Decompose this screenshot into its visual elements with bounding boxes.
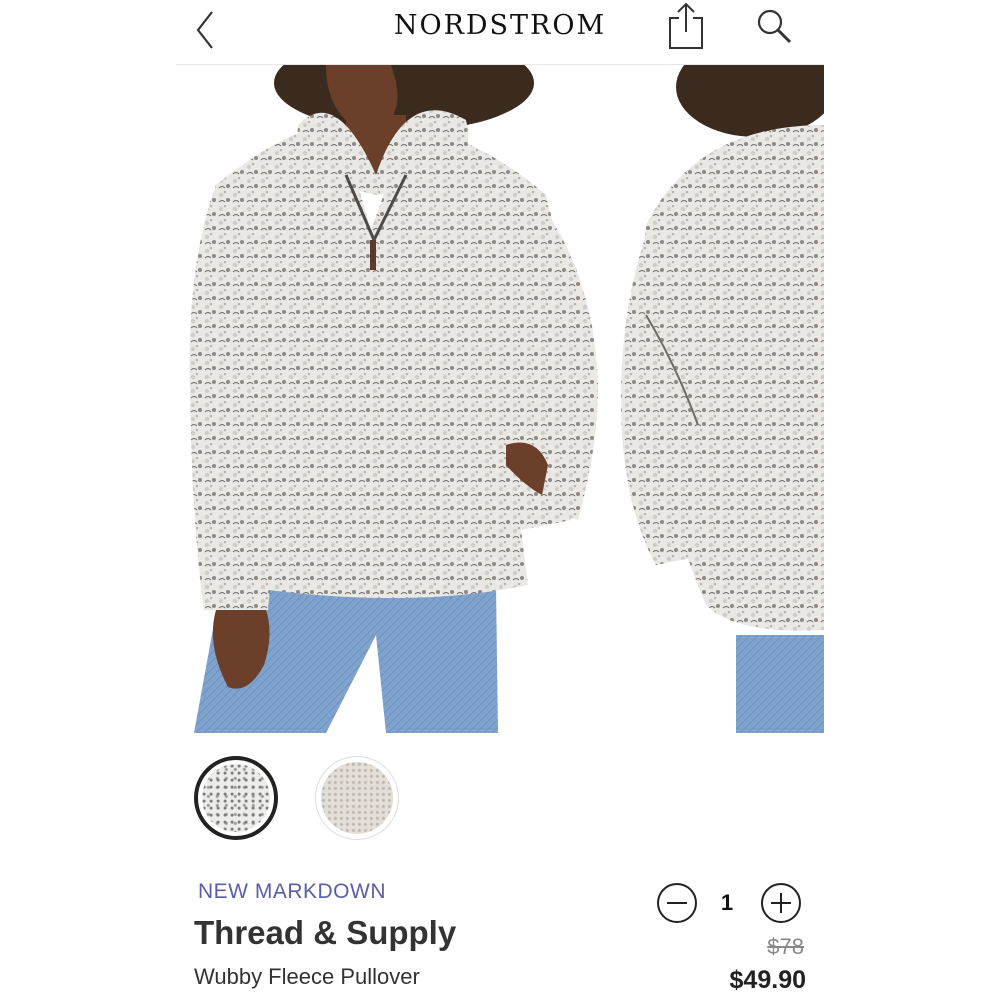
quantity-increase-button[interactable] bbox=[760, 882, 802, 924]
markdown-badge: NEW MARKDOWN bbox=[198, 880, 386, 903]
minus-circle-icon bbox=[657, 883, 697, 923]
product-image-carousel[interactable] bbox=[176, 65, 824, 733]
original-price: $78 bbox=[767, 934, 804, 959]
color-swatch[interactable] bbox=[315, 756, 399, 840]
back-view-image bbox=[621, 65, 824, 733]
top-nav-bar: NORDSTROM bbox=[176, 0, 824, 65]
sale-price: $49.90 bbox=[729, 966, 806, 994]
product-screen: NORDSTROM NEW MARKDOWN Thread & Supply W… bbox=[0, 0, 1000, 1000]
search-button[interactable] bbox=[754, 4, 796, 48]
search-icon bbox=[757, 9, 792, 44]
quantity-value: 1 bbox=[720, 890, 734, 915]
share-button[interactable] bbox=[666, 0, 706, 52]
product-title: Wubby Fleece Pullover bbox=[194, 964, 420, 989]
swatch-thumbnail bbox=[202, 764, 270, 832]
swatch-thumbnail bbox=[321, 762, 393, 834]
color-swatch-selected[interactable] bbox=[194, 756, 278, 840]
front-view-image bbox=[189, 65, 598, 733]
product-brand[interactable]: Thread & Supply bbox=[194, 914, 456, 952]
share-icon bbox=[669, 2, 703, 49]
brand-logo[interactable]: NORDSTROM bbox=[176, 10, 824, 41]
product-photo bbox=[189, 65, 824, 733]
plus-circle-icon bbox=[761, 883, 801, 923]
quantity-decrease-button[interactable] bbox=[656, 882, 698, 924]
